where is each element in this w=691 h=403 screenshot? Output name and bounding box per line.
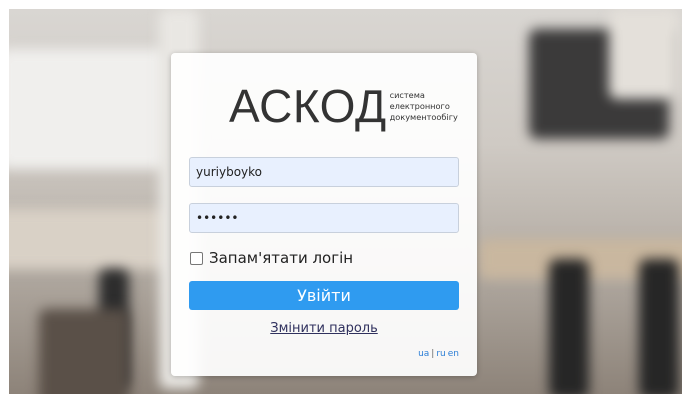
username-input[interactable] <box>189 157 459 187</box>
logo-subtitle: система електронного документообігу <box>390 90 458 123</box>
lang-en[interactable]: en <box>448 349 459 359</box>
logo-title: АСКОД <box>229 80 387 132</box>
lang-separator: | <box>431 349 435 359</box>
logo-subtitle-line1: система <box>389 89 425 100</box>
logo-subtitle-line2: електронного <box>389 100 450 111</box>
login-card: АСКОД система електронного документообіг… <box>171 53 477 376</box>
remember-label: Запам'ятати логін <box>209 249 354 267</box>
logo-subtitle-line3: документообігу <box>389 111 458 122</box>
change-password-link[interactable]: Змінити пароль <box>171 321 477 336</box>
remember-checkbox[interactable] <box>190 251 203 265</box>
lang-ua[interactable]: ua <box>418 349 429 359</box>
language-switcher: ua | ru en <box>418 349 459 359</box>
password-input[interactable] <box>189 203 459 233</box>
app-logo: АСКОД система електронного документообіг… <box>229 83 458 129</box>
lang-ru[interactable]: ru <box>436 349 445 359</box>
remember-login[interactable]: Запам'ятати логін <box>190 249 353 267</box>
login-button[interactable]: Увійти <box>189 281 459 310</box>
